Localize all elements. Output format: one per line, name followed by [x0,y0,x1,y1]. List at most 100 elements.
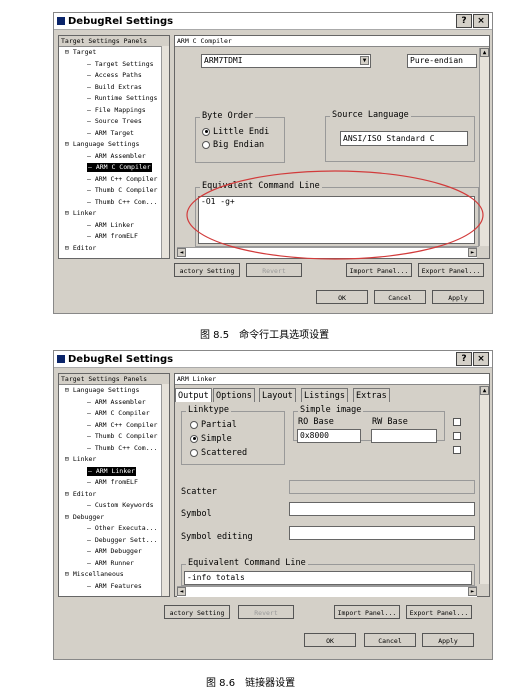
partial-option[interactable]: Partial [190,420,237,430]
factory-settings-button[interactable]: actory Setting [164,605,230,619]
scattered-label: Scattered [201,448,248,458]
export-panel-button[interactable]: Export Panel... [418,263,484,277]
panel-scrollbar[interactable]: ▲ [479,386,489,584]
tree-item[interactable]: — File Mappings [87,106,146,115]
settings-tree-panel: Target Settings Panels ⊟ Language Settin… [58,373,170,597]
scattered-option[interactable]: Scattered [190,448,247,458]
tree-item[interactable]: — ARM C Compiler [87,409,150,418]
tree-item[interactable]: — ARM Assembler [87,152,146,161]
tree-item[interactable]: ⊟ Language Settings [65,140,139,149]
tree-item[interactable]: ⊟ Editor [65,490,96,499]
tree-scrollbar[interactable] [161,46,169,258]
symbol-editing-field[interactable] [289,526,475,540]
annotation-circle [186,170,484,260]
tree-item[interactable]: — Thumb C Compiler [87,186,157,195]
tree-item[interactable]: — Runtime Settings [87,94,157,103]
settings-window-compiler: DebugRel Settings ? × Target Settings Pa… [53,12,493,314]
simple-label: Simple [201,434,232,444]
tree-item[interactable]: — Build Extras [87,83,142,92]
architecture-select[interactable]: ARM7TDMI ▼ [201,54,371,68]
apply-button[interactable]: Apply [432,290,484,304]
revert-button[interactable]: Revert [246,263,302,277]
figure-caption: 图 8.6 链接器设置 [206,678,296,689]
revert-button[interactable]: Revert [238,605,294,619]
tree-item[interactable]: — ARM C++ Compiler [87,421,157,430]
tree-item[interactable]: — ARM Runner [87,559,134,568]
tab-listings[interactable]: Listings [301,388,348,402]
import-panel-button[interactable]: Import Panel... [346,263,412,277]
scroll-up-icon[interactable]: ▲ [480,386,489,395]
export-panel-button[interactable]: Export Panel... [406,605,472,619]
window-title: DebugRel Settings [68,15,174,27]
simple-option[interactable]: Simple [190,434,232,444]
tree-item[interactable]: — Thumb C++ Com... [87,198,157,207]
tree-item[interactable]: ⊟ Linker [65,209,96,218]
source-language-select[interactable]: ANSI/ISO Standard C [340,131,468,146]
little-endian-option[interactable]: Little Endi [202,127,269,137]
tree-item[interactable]: ⊟ Target [65,48,96,57]
tree-item[interactable]: — ARM C Compiler [87,163,152,172]
tree-item[interactable]: — ARM fromELF [87,232,138,241]
horizontal-scrollbar[interactable]: ◄ ► [177,586,477,597]
symbol-field[interactable] [289,502,475,516]
option-checkbox[interactable] [453,418,461,426]
rw-base-field[interactable] [371,429,437,443]
title-bar: DebugRel Settings ? × [54,351,492,368]
tree-item[interactable]: — ARM Linker [87,221,134,230]
option-checkbox[interactable] [453,446,461,454]
ro-base-field[interactable]: 0x8000 [297,429,361,443]
factory-settings-button[interactable]: actory Setting [174,263,240,277]
tab-output[interactable]: Output [175,388,212,402]
command-line-field[interactable]: -info totals [184,571,472,585]
tree-item[interactable]: — Target Settings [87,60,154,69]
cancel-button[interactable]: Cancel [374,290,426,304]
close-button[interactable]: × [473,352,489,366]
tree-item[interactable]: — Access Paths [87,71,142,80]
scroll-right-icon[interactable]: ► [468,587,477,596]
scatter-field[interactable] [289,480,475,494]
tree-scrollbar[interactable] [161,384,169,596]
tree-item[interactable]: ⊟ Editor [65,244,96,253]
tree-item[interactable]: — Custom Keywords [87,501,154,510]
source-language-label: Source Language [330,110,411,120]
ok-button[interactable]: OK [316,290,368,304]
tree-item[interactable]: — Thumb C Compiler [87,432,157,441]
radio-checked-icon [202,127,210,136]
ok-button[interactable]: OK [304,633,356,647]
tab-options[interactable]: Options [213,388,255,402]
tree-item[interactable]: — ARM Linker [87,466,136,476]
tree-item[interactable]: — ARM Features [87,582,142,591]
tree-item[interactable]: ⊟ Miscellaneous [65,570,124,579]
tree-item[interactable]: — ARM Assembler [87,398,146,407]
help-button[interactable]: ? [456,14,472,28]
linktype-label: Linktype [186,405,231,415]
window-title: DebugRel Settings [68,353,174,365]
page: DebugRel Settings ? × Target Settings Pa… [0,0,515,693]
tree-item[interactable]: ⊟ Debugger [65,513,104,522]
tab-extras[interactable]: Extras [353,388,390,402]
tree-item[interactable]: ⊟ Linker [65,455,96,464]
tree-item[interactable]: — ARM Target [87,129,134,138]
close-button[interactable]: × [473,14,489,28]
symbol-label: Symbol [181,509,212,519]
help-button[interactable]: ? [456,352,472,366]
app-icon [57,17,65,25]
endian-select[interactable]: Pure-endian [407,54,477,68]
option-checkbox[interactable] [453,432,461,440]
tree-item[interactable]: ⊟ Language Settings [65,386,139,395]
settings-tree-panel: Target Settings Panels ⊟ Target — Target … [58,35,170,259]
tree-item[interactable]: — ARM C++ Compiler [87,175,157,184]
big-endian-option[interactable]: Big Endian [202,140,264,150]
apply-button[interactable]: Apply [422,633,474,647]
cancel-button[interactable]: Cancel [364,633,416,647]
tree-item[interactable]: — Thumb C++ Com... [87,444,157,453]
tab-layout[interactable]: Layout [259,388,296,402]
tree-item[interactable]: — Other Executa... [87,524,157,533]
tree-item[interactable]: — Source Trees [87,117,142,126]
scroll-left-icon[interactable]: ◄ [177,587,186,596]
tree-item[interactable]: — Debugger Sett... [87,536,157,545]
tree-item[interactable]: — ARM fromELF [87,478,138,487]
import-panel-button[interactable]: Import Panel... [334,605,400,619]
scroll-up-icon[interactable]: ▲ [480,48,489,57]
tree-item[interactable]: — ARM Debugger [87,547,142,556]
